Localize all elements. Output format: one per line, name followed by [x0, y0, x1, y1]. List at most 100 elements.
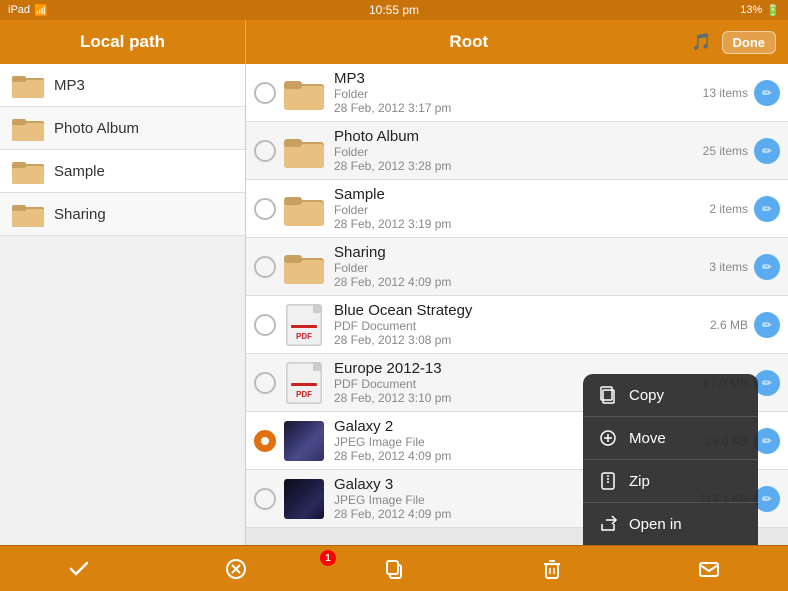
folder-icon [12, 201, 44, 227]
edit-button[interactable] [754, 254, 780, 280]
table-row[interactable]: MP3 Folder 28 Feb, 2012 3:17 pm 13 items [246, 64, 788, 122]
sidebar-label-sharing: Sharing [54, 206, 106, 223]
edit-button[interactable] [754, 312, 780, 338]
sidebar-item-photo-album[interactable]: Photo Album [0, 107, 245, 150]
file-type: Folder [334, 203, 688, 217]
done-button[interactable]: Done [722, 31, 777, 54]
context-menu: Copy Move [583, 374, 758, 545]
sidebar-item-mp3[interactable]: MP3 [0, 64, 245, 107]
file-name: Photo Album [334, 128, 688, 145]
file-name: Blue Ocean Strategy [334, 302, 688, 319]
file-name: MP3 [334, 70, 688, 87]
move-icon [597, 427, 619, 449]
file-name: Sample [334, 186, 688, 203]
table-row[interactable]: Sample Folder 28 Feb, 2012 3:19 pm 2 ite… [246, 180, 788, 238]
context-menu-open-in[interactable]: Open in [583, 503, 758, 545]
copy-button[interactable] [374, 549, 414, 589]
svg-text:PDF: PDF [296, 332, 312, 341]
folder-thumb [284, 73, 324, 113]
table-row[interactable]: PDF Blue Ocean Strategy PDF Document 28 … [246, 296, 788, 354]
checkmark-button[interactable] [59, 549, 99, 589]
folder-icon [12, 72, 44, 98]
radio-button[interactable] [254, 140, 276, 162]
file-size: 13 items [688, 86, 748, 100]
pdf-thumb: PDF [284, 363, 324, 403]
file-info: Sample Folder 28 Feb, 2012 3:19 pm [334, 186, 688, 231]
status-bar: iPad 📶 10:55 pm 13% 🔋 [0, 0, 788, 20]
radio-button[interactable] [254, 430, 276, 452]
wifi-icon: 📶 [34, 4, 48, 17]
file-type: Folder [334, 261, 688, 275]
table-row[interactable]: Photo Album Folder 28 Feb, 2012 3:28 pm … [246, 122, 788, 180]
file-type: Folder [334, 87, 688, 101]
radio-button[interactable] [254, 372, 276, 394]
content-title: Root [246, 32, 692, 52]
battery-icon: 🔋 [766, 4, 780, 17]
edit-button[interactable] [754, 196, 780, 222]
file-type: PDF Document [334, 319, 688, 333]
file-date: 28 Feb, 2012 3:17 pm [334, 101, 688, 115]
file-size: 2 items [688, 202, 748, 216]
radio-button[interactable] [254, 314, 276, 336]
sidebar-title: Local path [0, 20, 246, 64]
file-info: Sharing Folder 28 Feb, 2012 4:09 pm [334, 244, 688, 289]
edit-button[interactable] [754, 80, 780, 106]
sidebar-label-sample: Sample [54, 163, 105, 180]
file-info: MP3 Folder 28 Feb, 2012 3:17 pm [334, 70, 688, 115]
sidebar-item-sample[interactable]: Sample [0, 150, 245, 193]
zip-icon [597, 470, 619, 492]
pdf-thumb: PDF [284, 305, 324, 345]
context-menu-copy[interactable]: Copy [583, 374, 758, 417]
context-menu-move[interactable]: Move [583, 417, 758, 460]
zip-label: Zip [629, 473, 650, 490]
folder-thumb [284, 247, 324, 287]
folder-thumb [284, 131, 324, 171]
sidebar-label-photo-album: Photo Album [54, 120, 139, 137]
radio-button[interactable] [254, 82, 276, 104]
copy-icon [597, 384, 619, 406]
table-row[interactable]: Sharing Folder 28 Feb, 2012 4:09 pm 3 it… [246, 238, 788, 296]
pdf-icon: PDF [286, 362, 322, 404]
time-label: 10:55 pm [369, 3, 419, 17]
radio-button[interactable] [254, 198, 276, 220]
pdf-icon: PDF [286, 304, 322, 346]
open-in-label: Open in [629, 516, 682, 533]
folder-icon [12, 158, 44, 184]
file-info: Blue Ocean Strategy PDF Document 28 Feb,… [334, 302, 688, 347]
carrier-label: iPad [8, 4, 30, 16]
status-right: 13% 🔋 [740, 4, 780, 17]
header-right: 🎵 Done [692, 31, 788, 54]
sidebar-label-mp3: MP3 [54, 77, 85, 94]
edit-button[interactable] [754, 138, 780, 164]
file-date: 28 Feb, 2012 3:19 pm [334, 217, 688, 231]
copy-label: Copy [629, 387, 664, 404]
header: Local path Root 🎵 Done [0, 20, 788, 64]
bottom-toolbar: 1 [0, 545, 788, 591]
galaxy3-preview [284, 479, 324, 519]
cancel-button[interactable] [216, 549, 256, 589]
context-menu-zip[interactable]: Zip [583, 460, 758, 503]
badge-count: 1 [320, 550, 336, 566]
sidebar-item-sharing[interactable]: Sharing [0, 193, 245, 236]
file-name: Sharing [334, 244, 688, 261]
file-size: 25 items [688, 144, 748, 158]
battery-label: 13% [740, 4, 762, 16]
folder-thumb [284, 189, 324, 229]
svg-text:PDF: PDF [296, 390, 312, 399]
email-button[interactable] [689, 549, 729, 589]
file-info: Photo Album Folder 28 Feb, 2012 3:28 pm [334, 128, 688, 173]
main-layout: MP3 Photo Album Sample Sharing [0, 64, 788, 545]
image-thumb [284, 479, 324, 519]
radio-button[interactable] [254, 488, 276, 510]
status-left: iPad 📶 [8, 4, 48, 17]
galaxy2-preview [284, 421, 324, 461]
radio-button[interactable] [254, 256, 276, 278]
file-date: 28 Feb, 2012 3:28 pm [334, 159, 688, 173]
file-size: 2.6 MB [688, 318, 748, 332]
folder-icon [12, 115, 44, 141]
delete-button[interactable] [532, 549, 572, 589]
sidebar: MP3 Photo Album Sample Sharing [0, 64, 246, 545]
file-size: 3 items [688, 260, 748, 274]
file-date: 28 Feb, 2012 4:09 pm [334, 275, 688, 289]
file-type: Folder [334, 145, 688, 159]
